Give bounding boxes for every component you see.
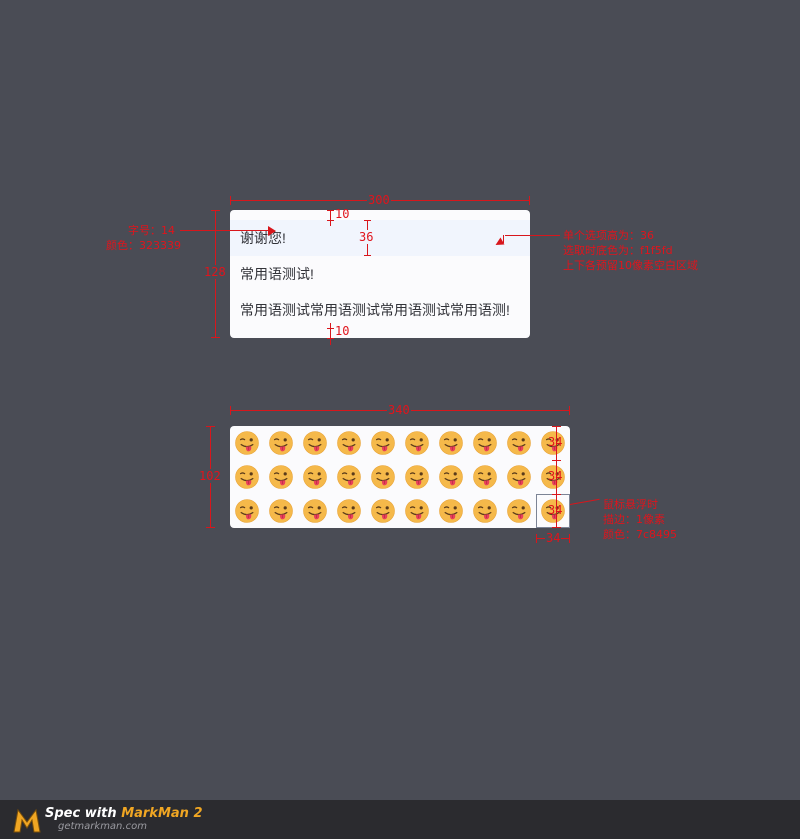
pad-bottom-label: 10	[335, 324, 350, 338]
emoji-cell[interactable]	[264, 494, 298, 528]
winking-tongue-face-icon	[439, 465, 463, 489]
winking-tongue-face-icon	[473, 499, 497, 523]
option-pad-note: 上下各预留10像素空白区域	[563, 259, 698, 272]
arrow-icon	[268, 226, 276, 236]
footer-brand-name: MarkMan 2	[121, 806, 203, 821]
emoji-cell[interactable]	[230, 494, 264, 528]
emoji-cell[interactable]	[230, 460, 264, 494]
emoji-cell[interactable]	[366, 460, 400, 494]
pad-top-label: 10	[335, 207, 350, 221]
emoji-cell[interactable]	[468, 494, 502, 528]
winking-tongue-face-icon	[473, 431, 497, 455]
footer-url[interactable]: getmarkman.com	[58, 821, 147, 832]
option-height-label: 36	[359, 230, 374, 244]
cell-height-label: 34	[548, 503, 563, 517]
winking-tongue-face-icon	[337, 499, 361, 523]
winking-tongue-face-icon	[507, 465, 531, 489]
footer-brand-prefix: Spec with	[45, 806, 122, 821]
cell-height-label: 34	[548, 469, 563, 483]
emoji-cell[interactable]	[366, 494, 400, 528]
emoji-cell[interactable]	[298, 426, 332, 460]
winking-tongue-face-icon	[371, 431, 395, 455]
cell-width-label: 34	[545, 531, 562, 545]
emoji-cell[interactable]	[434, 460, 468, 494]
winking-tongue-face-icon	[235, 499, 259, 523]
winking-tongue-face-icon	[235, 465, 259, 489]
emoji-height-label: 102	[198, 469, 222, 483]
emoji-cell[interactable]	[502, 460, 536, 494]
winking-tongue-face-icon	[439, 431, 463, 455]
font-color-note: 颜色：323339	[106, 239, 181, 252]
emoji-cell[interactable]	[366, 426, 400, 460]
emoji-cell[interactable]	[400, 426, 434, 460]
emoji-cell[interactable]	[332, 426, 366, 460]
emoji-cell[interactable]	[502, 494, 536, 528]
emoji-cell[interactable]	[434, 426, 468, 460]
winking-tongue-face-icon	[405, 499, 429, 523]
emoji-width-label: 340	[387, 403, 411, 417]
emoji-cell[interactable]	[502, 426, 536, 460]
winking-tongue-face-icon	[269, 431, 293, 455]
hover-note: 鼠标悬浮时	[603, 498, 658, 511]
option-bg-note: 选取时底色为：f1f5fd	[563, 244, 673, 257]
winking-tongue-face-icon	[303, 465, 327, 489]
emoji-cell[interactable]	[468, 460, 502, 494]
winking-tongue-face-icon	[371, 465, 395, 489]
winking-tongue-face-icon	[439, 499, 463, 523]
winking-tongue-face-icon	[303, 431, 327, 455]
emoji-cell[interactable]	[264, 460, 298, 494]
winking-tongue-face-icon	[507, 431, 531, 455]
cell-height-label: 34	[548, 435, 563, 449]
emoji-cell[interactable]	[298, 494, 332, 528]
markman-logo-icon	[13, 808, 41, 833]
emoji-cell[interactable]	[264, 426, 298, 460]
winking-tongue-face-icon	[269, 465, 293, 489]
emoji-cell[interactable]	[332, 494, 366, 528]
winking-tongue-face-icon	[303, 499, 327, 523]
winking-tongue-face-icon	[269, 499, 293, 523]
emoji-cell[interactable]	[400, 460, 434, 494]
width-label: 300	[367, 193, 391, 207]
hover-border-note: 描边：1像素	[603, 513, 665, 526]
markman-footer: Spec with MarkMan 2 getmarkman.com	[0, 800, 800, 839]
phrase-option[interactable]: 常用语测试!	[230, 256, 530, 292]
option-height-note: 单个选项高为：36	[563, 229, 654, 242]
emoji-cell[interactable]	[298, 460, 332, 494]
winking-tongue-face-icon	[337, 465, 361, 489]
emoji-cell[interactable]	[468, 426, 502, 460]
winking-tongue-face-icon	[235, 431, 259, 455]
font-size-note: 字号：14	[128, 224, 175, 237]
winking-tongue-face-icon	[473, 465, 497, 489]
hover-color-note: 颜色：7c8495	[603, 528, 678, 541]
emoji-cell[interactable]	[400, 494, 434, 528]
emoji-cell[interactable]	[332, 460, 366, 494]
emoji-cell[interactable]	[434, 494, 468, 528]
winking-tongue-face-icon	[507, 499, 531, 523]
emoji-cell[interactable]	[230, 426, 264, 460]
winking-tongue-face-icon	[405, 431, 429, 455]
phrase-option[interactable]: 常用语测试常用语测试常用语测试常用语测!	[230, 292, 530, 328]
footer-brand: Spec with MarkMan 2	[45, 806, 203, 821]
winking-tongue-face-icon	[337, 431, 361, 455]
winking-tongue-face-icon	[371, 499, 395, 523]
emoji-panel	[230, 426, 570, 528]
winking-tongue-face-icon	[405, 465, 429, 489]
height-label: 128	[203, 265, 227, 279]
